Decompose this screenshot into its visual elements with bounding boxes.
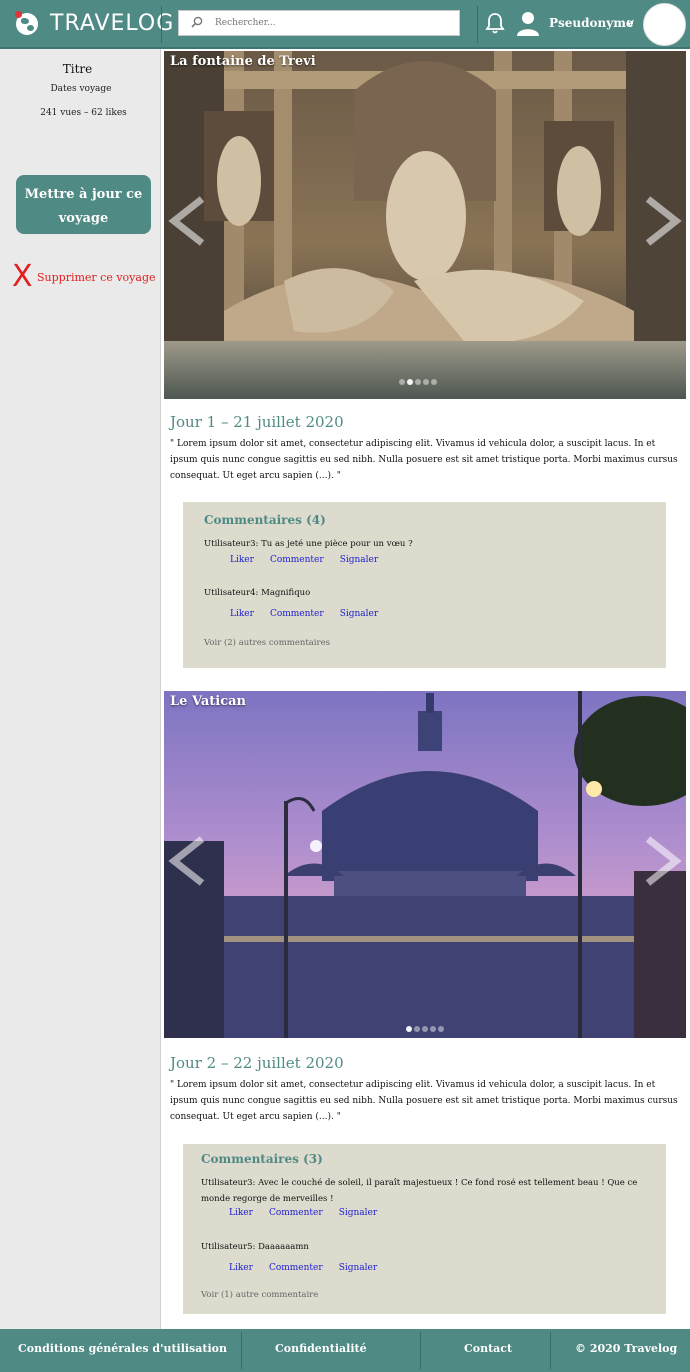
reply-link[interactable]: Commenter [269,1263,323,1273]
comment-text: Utilisateur3: Avec le couché de soleil, … [201,1178,638,1204]
comment-actions: Liker Commenter Signaler [229,1263,377,1273]
comment-text: Utilisateur5: Daaaaaamn [201,1242,309,1252]
report-link[interactable]: Signaler [339,1263,377,1273]
update-trip-button[interactable]: Mettre à jour ce voyage [16,175,151,234]
trip-title: Titre [62,62,93,76]
trip-stats: 241 vues – 62 likes [40,108,127,118]
day-photo-carousel[interactable]: La fontaine de Trevi [164,51,686,399]
copyright-text: © 2020 Travelog [575,1342,678,1355]
carousel-dot[interactable] [430,1026,436,1032]
comments-section: Commentaires (3) Utilisateur3: Avec le c… [183,1144,666,1314]
reply-link[interactable]: Commenter [270,609,324,619]
carousel-dot[interactable] [422,1026,428,1032]
username-label[interactable]: Pseudonyme [549,16,634,30]
day-title: Jour 2 – 22 juillet 2020 [170,1054,344,1072]
comments-section: Commentaires (4) Utilisateur3: Tu as jet… [183,502,666,668]
carousel-dot[interactable] [438,1026,444,1032]
reply-link[interactable]: Commenter [269,1208,323,1218]
comments-heading: Commentaires (4) [204,513,326,527]
comments-heading: Commentaires (3) [201,1152,323,1166]
contact-link[interactable]: Contact [464,1342,512,1355]
privacy-link[interactable]: Confidentialité [275,1342,367,1355]
trip-dates: Dates voyage [50,84,112,94]
carousel-dot[interactable] [407,379,413,385]
comment-actions: Liker Commenter Signaler [230,609,378,619]
footer-divider [241,1332,242,1369]
logo-pin-dot [15,11,22,18]
day-title: Jour 1 – 21 juillet 2020 [170,413,344,431]
header-divider [161,6,162,43]
user-icon[interactable] [516,10,540,36]
carousel-dot[interactable] [415,379,421,385]
carousel-dot[interactable] [406,1026,412,1032]
search-icon[interactable] [191,16,203,28]
chevron-down-icon[interactable]: v [627,16,634,30]
report-link[interactable]: Signaler [339,1208,377,1218]
search-input[interactable] [215,14,453,32]
photo-title: Le Vatican [170,694,246,709]
comment-text: Utilisateur4: Magnifiquo [204,588,311,598]
vatican-photo [164,691,686,1038]
carousel-dot[interactable] [399,379,405,385]
footer-divider [420,1332,421,1369]
carousel-next-arrow-icon[interactable] [640,191,684,251]
avatar[interactable] [643,3,686,46]
like-link[interactable]: Liker [230,609,254,619]
carousel-dot[interactable] [414,1026,420,1032]
comment-text: Utilisateur3: Tu as jeté une pièce pour … [204,539,413,549]
see-more-comments-link[interactable]: Voir (2) autres commentaires [204,638,330,648]
trip-sidebar: Titre Dates voyage 241 vues – 62 likes M… [0,49,161,1329]
terms-link[interactable]: Conditions générales d'utilisation [18,1342,227,1355]
report-link[interactable]: Signaler [340,609,378,619]
top-navbar: TRAVELOG Pseudonyme v [0,0,690,49]
see-more-comments-link[interactable]: Voir (1) autre commentaire [201,1290,318,1300]
carousel-dots[interactable] [406,1026,444,1032]
header-divider [477,6,478,43]
reply-link[interactable]: Commenter [270,555,324,565]
carousel-dots[interactable] [399,379,437,385]
carousel-dot[interactable] [431,379,437,385]
day-description: " Lorem ipsum dolor sit amet, consectetu… [170,1080,678,1122]
carousel-prev-arrow-icon[interactable] [166,191,210,251]
trevi-fountain-photo [164,51,686,399]
day-photo-carousel[interactable]: Le Vatican [164,691,686,1038]
delete-trip-link[interactable]: Supprimer ce voyage [37,271,156,284]
carousel-prev-arrow-icon[interactable] [166,831,210,891]
carousel-dot[interactable] [423,379,429,385]
search-box[interactable] [178,10,460,36]
footer-divider [550,1332,551,1369]
footer: Conditions générales d'utilisation Confi… [0,1329,690,1372]
carousel-next-arrow-icon[interactable] [640,831,684,891]
comment-actions: Liker Commenter Signaler [230,555,378,565]
bell-icon[interactable] [483,11,507,35]
app-logo-text[interactable]: TRAVELOG [50,11,174,36]
like-link[interactable]: Liker [229,1208,253,1218]
delete-x-icon[interactable]: X [12,262,33,292]
report-link[interactable]: Signaler [340,555,378,565]
like-link[interactable]: Liker [229,1263,253,1273]
day-description: " Lorem ipsum dolor sit amet, consectetu… [170,439,678,481]
comment-actions: Liker Commenter Signaler [229,1208,377,1218]
photo-title: La fontaine de Trevi [170,54,316,69]
like-link[interactable]: Liker [230,555,254,565]
